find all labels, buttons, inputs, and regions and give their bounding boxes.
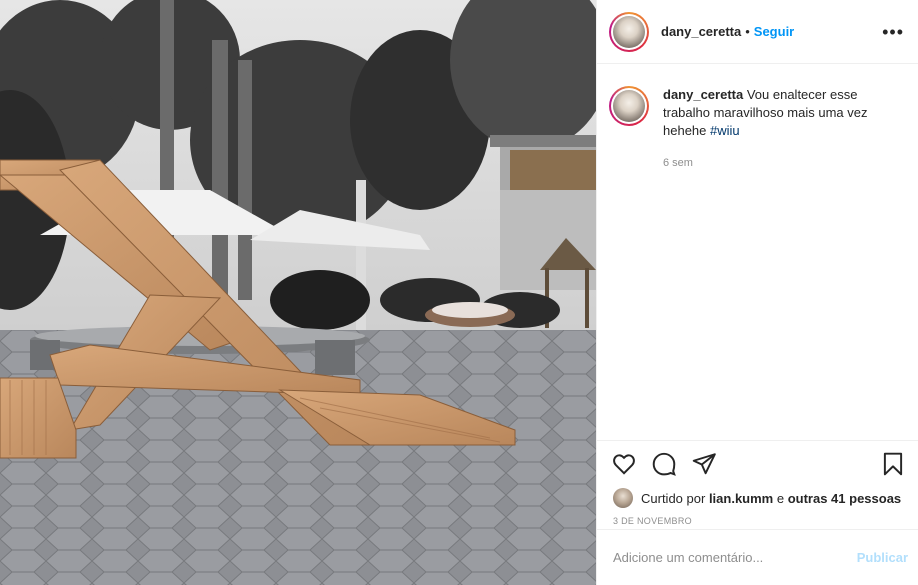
author-username[interactable]: dany_ceretta — [661, 24, 741, 39]
post-sidebar: dany_ceretta • Seguir ••• dany_ceretta V… — [596, 0, 918, 585]
caption-avatar[interactable] — [609, 86, 649, 126]
post-header: dany_ceretta • Seguir ••• — [597, 0, 918, 64]
post-photo[interactable] — [0, 0, 596, 585]
avatar-image — [613, 15, 645, 48]
post-image — [0, 0, 596, 585]
publish-button[interactable]: Publicar — [857, 550, 908, 565]
add-comment-bar: Publicar — [597, 529, 918, 585]
liker-username[interactable]: lian.kumm — [709, 491, 773, 506]
heart-icon[interactable] — [611, 451, 637, 477]
caption-hashtag[interactable]: #wiiu — [710, 123, 740, 138]
liker-avatar[interactable] — [613, 488, 633, 508]
comments-section: dany_ceretta Vou enaltecer esse trabalho… — [597, 64, 918, 440]
likes-others-link[interactable]: outras 41 pessoas — [788, 491, 901, 506]
more-dots-icon[interactable]: ••• — [882, 23, 904, 41]
author-avatar[interactable] — [609, 11, 649, 52]
caption-comment: dany_ceretta Vou enaltecer esse trabalho… — [609, 86, 904, 172]
caption-username[interactable]: dany_ceretta — [663, 87, 743, 102]
avatar-image — [613, 90, 645, 122]
share-icon[interactable] — [691, 451, 717, 477]
caption-body: dany_ceretta Vou enaltecer esse trabalho… — [663, 86, 895, 172]
caption-time[interactable]: 6 sem — [663, 154, 895, 172]
likes-middle: e — [776, 490, 785, 506]
bookmark-icon[interactable] — [880, 451, 906, 477]
action-bar — [597, 440, 918, 486]
likes-summary: Curtido por lian.kumm e outras 41 pessoa… — [597, 486, 918, 510]
comment-input[interactable] — [613, 550, 857, 565]
separator-dot: • — [745, 24, 750, 39]
likes-prefix: Curtido por — [641, 490, 706, 506]
follow-button[interactable]: Seguir — [754, 24, 794, 39]
comment-icon[interactable] — [651, 451, 677, 477]
